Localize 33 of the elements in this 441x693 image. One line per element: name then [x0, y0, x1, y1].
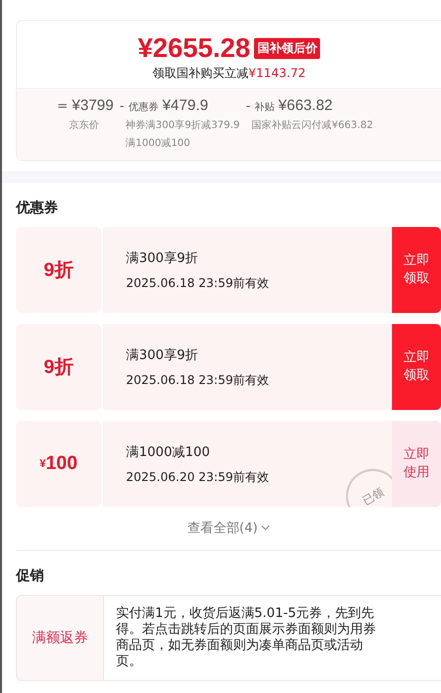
coupon-value: 9折 [16, 324, 101, 410]
operator-sign: = [57, 99, 68, 114]
breakdown-label: 优惠券 [128, 100, 158, 114]
breakdown-amount: ¥479.9 [162, 97, 208, 114]
operator-sign: - [120, 99, 124, 114]
coupon-expiry: 2025.06.18 23:59前有效 [126, 275, 270, 292]
coupon-name: 满1000减100 [126, 444, 211, 461]
section-title: 促销 [16, 567, 45, 586]
breakdown-note: 满1000减100 [124, 136, 192, 150]
coupon-expiry: 2025.06.18 23:59前有效 [126, 372, 270, 389]
coupon-name: 满300享9折 [126, 250, 200, 267]
breakdown-note: 神券满300享9折减379.9 [124, 118, 240, 132]
coupon-button[interactable]: 立即领取 [392, 227, 441, 313]
breakdown-label: 补贴 [254, 100, 274, 114]
discount-amount: ¥1143.72 [248, 66, 306, 80]
breakdown-amount: ¥663.82 [278, 97, 333, 114]
breakdown-note: 京东价 [68, 118, 100, 132]
coupon-value: ¥100 [16, 421, 101, 507]
price-tag: 国补领后价 [254, 38, 320, 59]
final-price: ¥2655.28 [138, 33, 250, 64]
coupon-button[interactable]: 立即使用 [392, 421, 441, 507]
coupon-button[interactable]: 立即领取 [392, 324, 441, 410]
section-title: 优惠券 [16, 199, 59, 218]
breakdown-note: 国家补贴云闪付减¥663.82 [250, 118, 374, 132]
coupon-value: 9折 [16, 227, 101, 313]
subtitle-text: 领取国补购买立减 [152, 66, 248, 80]
operator-sign: - [246, 99, 250, 114]
chevron-down-icon [260, 525, 270, 531]
coupon-name: 满300享9折 [126, 347, 200, 364]
breakdown-amount: ¥3799 [72, 97, 114, 114]
coupon-expiry: 2025.06.20 23:59前有效 [126, 469, 270, 486]
view-all-link[interactable]: 查看全部(4) [181, 518, 276, 538]
promotion-description: 实付满1元，收货后返满5.01-5元券，先到先得。若点击跳转后的页面展示券面额则为用券商品页，如无券面额则为凑单商品页或活动页。 [104, 596, 441, 680]
